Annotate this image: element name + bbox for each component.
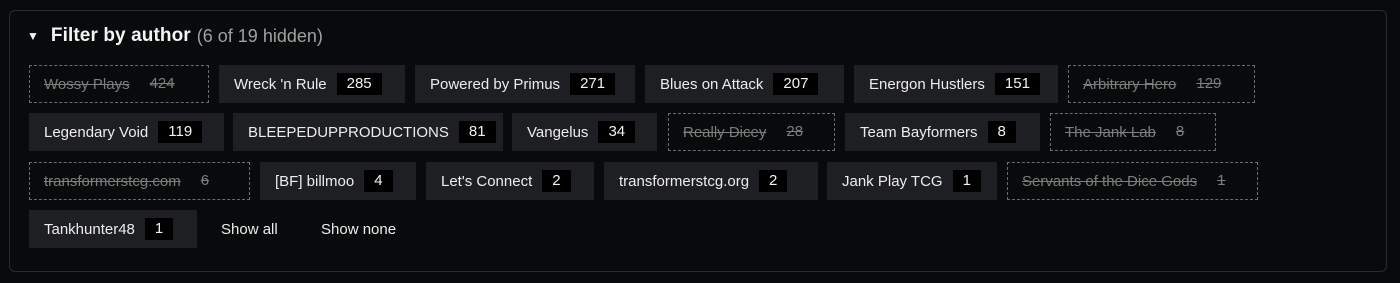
author-chip-servants-of-the-dice-gods[interactable]: Servants of the Dice Gods 1 xyxy=(1007,162,1258,200)
author-name: transformerstcg.com xyxy=(44,172,181,190)
author-chip-tankhunter48[interactable]: Tankhunter48 1 xyxy=(29,210,197,248)
author-name: Wreck 'n Rule xyxy=(234,75,327,93)
author-chip-lets-connect[interactable]: Let's Connect 2 xyxy=(426,162,594,200)
filter-header[interactable]: ▼ Filter by author (6 of 19 hidden) xyxy=(27,23,323,49)
author-chip-powered-by-primus[interactable]: Powered by Primus 271 xyxy=(415,65,635,103)
author-name: Really Dicey xyxy=(683,123,767,141)
author-name: Arbitrary Hero xyxy=(1083,75,1177,93)
author-name: [BF] billmoo xyxy=(275,172,355,190)
author-name: Servants of the Dice Gods xyxy=(1022,172,1198,190)
author-count: 34 xyxy=(598,121,636,143)
author-count: 271 xyxy=(570,73,616,95)
author-chip-really-dicey[interactable]: Really Dicey 28 xyxy=(668,113,835,151)
show-none-button[interactable]: Show none xyxy=(321,210,396,248)
author-name: Wossy Plays xyxy=(44,75,130,93)
author-name: Jank Play TCG xyxy=(842,172,943,190)
author-name: Let's Connect xyxy=(441,172,533,190)
author-name: BLEEPEDUPPRODUCTIONS xyxy=(248,123,449,141)
author-count: 81 xyxy=(458,121,496,143)
author-count: 1 xyxy=(144,218,174,240)
author-chip-legendary-void[interactable]: Legendary Void 119 xyxy=(29,113,224,151)
author-chip-bleepedupproductions[interactable]: BLEEPEDUPPRODUCTIONS 81 xyxy=(233,113,503,151)
filter-title: Filter by author xyxy=(50,25,191,46)
author-chip-jank-play-tcg[interactable]: Jank Play TCG 1 xyxy=(827,162,997,200)
author-count: 28 xyxy=(786,123,804,140)
author-chip-arbitrary-hero[interactable]: Arbitrary Hero 129 xyxy=(1068,65,1255,103)
author-chip-transformerstcg-com[interactable]: transformerstcg.com 6 xyxy=(29,162,250,200)
author-count: 424 xyxy=(149,75,175,92)
author-name: Vangelus xyxy=(527,123,589,141)
author-chip-wreck-n-rule[interactable]: Wreck 'n Rule 285 xyxy=(219,65,405,103)
author-count: 1 xyxy=(1217,172,1226,189)
author-count: 1 xyxy=(952,170,981,192)
author-name: Energon Hustlers xyxy=(869,75,985,93)
author-count: 151 xyxy=(994,73,1040,95)
author-count: 2 xyxy=(542,170,571,192)
author-name: The Jank Lab xyxy=(1065,123,1156,141)
author-chip-team-bayformers[interactable]: Team Bayformers 8 xyxy=(845,113,1040,151)
author-count: 207 xyxy=(773,73,819,95)
author-count: 285 xyxy=(336,73,382,95)
author-name: Team Bayformers xyxy=(860,123,978,141)
author-name: transformerstcg.org xyxy=(619,172,750,190)
author-name: Blues on Attack xyxy=(660,75,764,93)
author-chip-blues-on-attack[interactable]: Blues on Attack 207 xyxy=(645,65,844,103)
author-name: Tankhunter48 xyxy=(44,220,135,238)
author-count: 119 xyxy=(158,121,203,143)
show-all-button[interactable]: Show all xyxy=(221,210,278,248)
hidden-count-summary: (6 of 19 hidden) xyxy=(196,25,323,46)
author-count: 4 xyxy=(364,170,393,192)
triangle-down-icon[interactable]: ▼ xyxy=(27,30,39,42)
author-chip-the-jank-lab[interactable]: The Jank Lab 8 xyxy=(1050,113,1216,151)
author-name: Legendary Void xyxy=(44,123,149,141)
author-count: 2 xyxy=(759,170,788,192)
author-chip-transformerstcg-org[interactable]: transformerstcg.org 2 xyxy=(604,162,818,200)
author-count: 8 xyxy=(1175,123,1185,140)
author-chip-energon-hustlers[interactable]: Energon Hustlers 151 xyxy=(854,65,1058,103)
author-chip-wossy-plays[interactable]: Wossy Plays 424 xyxy=(29,65,209,103)
author-chip-vangelus[interactable]: Vangelus 34 xyxy=(512,113,657,151)
author-name: Powered by Primus xyxy=(430,75,561,93)
author-count: 129 xyxy=(1196,75,1222,92)
author-filter-panel: ▼ Filter by author (6 of 19 hidden) Woss… xyxy=(9,10,1387,272)
author-chip-bf-billmoo[interactable]: [BF] billmoo 4 xyxy=(260,162,416,200)
author-count: 8 xyxy=(987,121,1016,143)
author-count: 6 xyxy=(200,172,210,189)
